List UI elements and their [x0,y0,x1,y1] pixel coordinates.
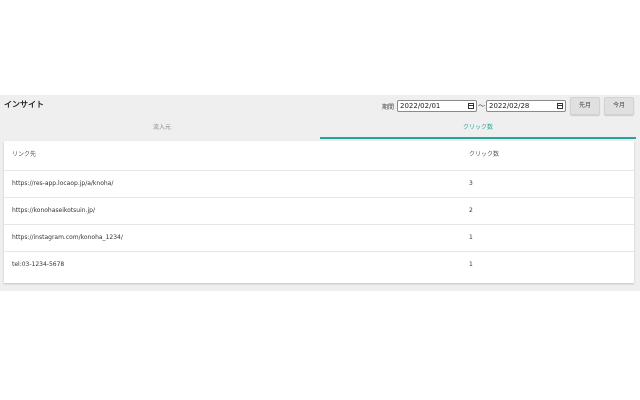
table-row: tel:03-1234-5678 1 [4,252,634,279]
insight-panel: インサイト 期間 2022/02/01 〜 2022/02/28 先月 今月 流… [0,95,640,291]
table-header-row: リンク先 クリック数 [4,141,634,171]
page-title: インサイト [4,100,44,109]
table-row: https://instagram.com/konoha_1234/ 1 [4,225,634,252]
period-controls: 期間 2022/02/01 〜 2022/02/28 先月 今月 [382,97,634,115]
link-cell: https://res-app.locaop.jp/a/knoha/ [12,180,114,187]
click-count-cell: 3 [469,180,473,187]
last-month-button[interactable]: 先月 [570,97,600,115]
click-count-cell: 2 [469,207,473,214]
link-cell: https://instagram.com/konoha_1234/ [12,234,123,241]
link-cell: https://konohaseikotsuin.jp/ [12,207,95,214]
insight-tabs: 流入元 クリック数 [0,119,640,139]
column-header-clicks: クリック数 [469,151,500,158]
table-row: https://res-app.locaop.jp/a/knoha/ 3 [4,171,634,198]
this-month-button[interactable]: 今月 [604,97,634,115]
tab-inflow-source[interactable]: 流入元 [4,119,320,139]
end-date-input[interactable]: 2022/02/28 [486,100,566,112]
calendar-icon[interactable] [468,103,474,109]
start-date-value: 2022/02/01 [400,102,441,110]
click-table: リンク先 クリック数 https://res-app.locaop.jp/a/k… [4,141,634,283]
link-cell: tel:03-1234-5678 [12,261,65,268]
calendar-icon[interactable] [557,103,563,109]
end-date-value: 2022/02/28 [489,102,530,110]
date-range-separator: 〜 [478,102,485,110]
start-date-input[interactable]: 2022/02/01 [397,100,477,112]
period-label: 期間 [381,103,394,111]
table-row: https://konohaseikotsuin.jp/ 2 [4,198,634,225]
click-count-cell: 1 [469,234,473,241]
page: インサイト 期間 2022/02/01 〜 2022/02/28 先月 今月 流… [0,0,640,400]
click-count-cell: 1 [469,261,473,268]
insight-header: インサイト 期間 2022/02/01 〜 2022/02/28 先月 今月 [0,95,640,117]
column-header-link: リンク先 [12,151,37,158]
tab-click-count[interactable]: クリック数 [320,119,636,139]
